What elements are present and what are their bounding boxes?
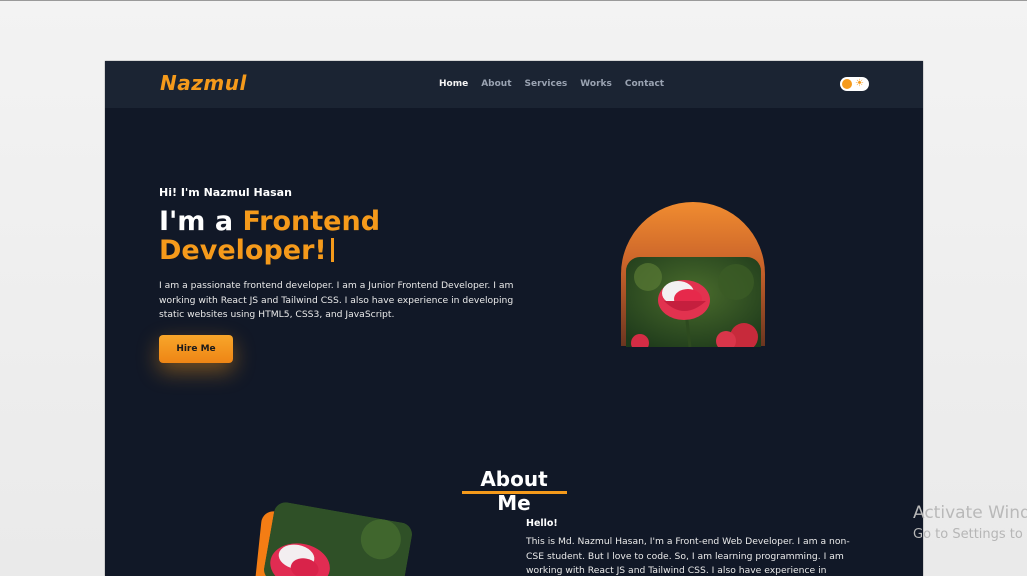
typing-caret [330,238,334,262]
theme-toggle[interactable]: ☀ [840,77,869,91]
nav-link-about[interactable]: About [481,79,511,89]
hire-me-button[interactable]: Hire Me [159,335,233,363]
hero-intro: I am a passionate frontend developer. I … [159,280,514,321]
headline-prefix: I'm a [159,206,243,237]
hero-headline: I'm a Frontend Developer! [159,207,459,265]
site-logo[interactable]: Nazmul [160,71,247,95]
nav-link-works[interactable]: Works [580,79,612,89]
sun-icon: ☀ [855,78,864,89]
about-text: This is Md. Nazmul Hasan, I'm a Front-en… [526,536,850,576]
activate-windows-title: Activate Wind [913,503,1027,523]
headline-accent-2: Developer! [159,235,327,266]
browser-viewport: Nazmul Home About Services Works Contact… [105,61,923,576]
nav-link-home[interactable]: Home [439,79,468,89]
hero-greeting: Hi! I'm Nazmul Hasan [159,186,292,199]
about-title-underline [462,491,567,494]
nav-link-contact[interactable]: Contact [625,79,664,89]
hero-rose-photo [626,257,761,347]
about-rose-photo [262,500,414,576]
activate-windows-subtitle: Go to Settings to [913,527,1023,542]
screen-top-edge [0,0,1027,1]
navbar: Nazmul Home About Services Works Contact… [105,61,923,108]
nav-links: Home About Services Works Contact [439,79,677,89]
toggle-knob [842,79,852,89]
nav-link-services[interactable]: Services [525,79,568,89]
headline-accent-1: Frontend [242,206,381,237]
about-hello: Hello! [526,518,558,529]
